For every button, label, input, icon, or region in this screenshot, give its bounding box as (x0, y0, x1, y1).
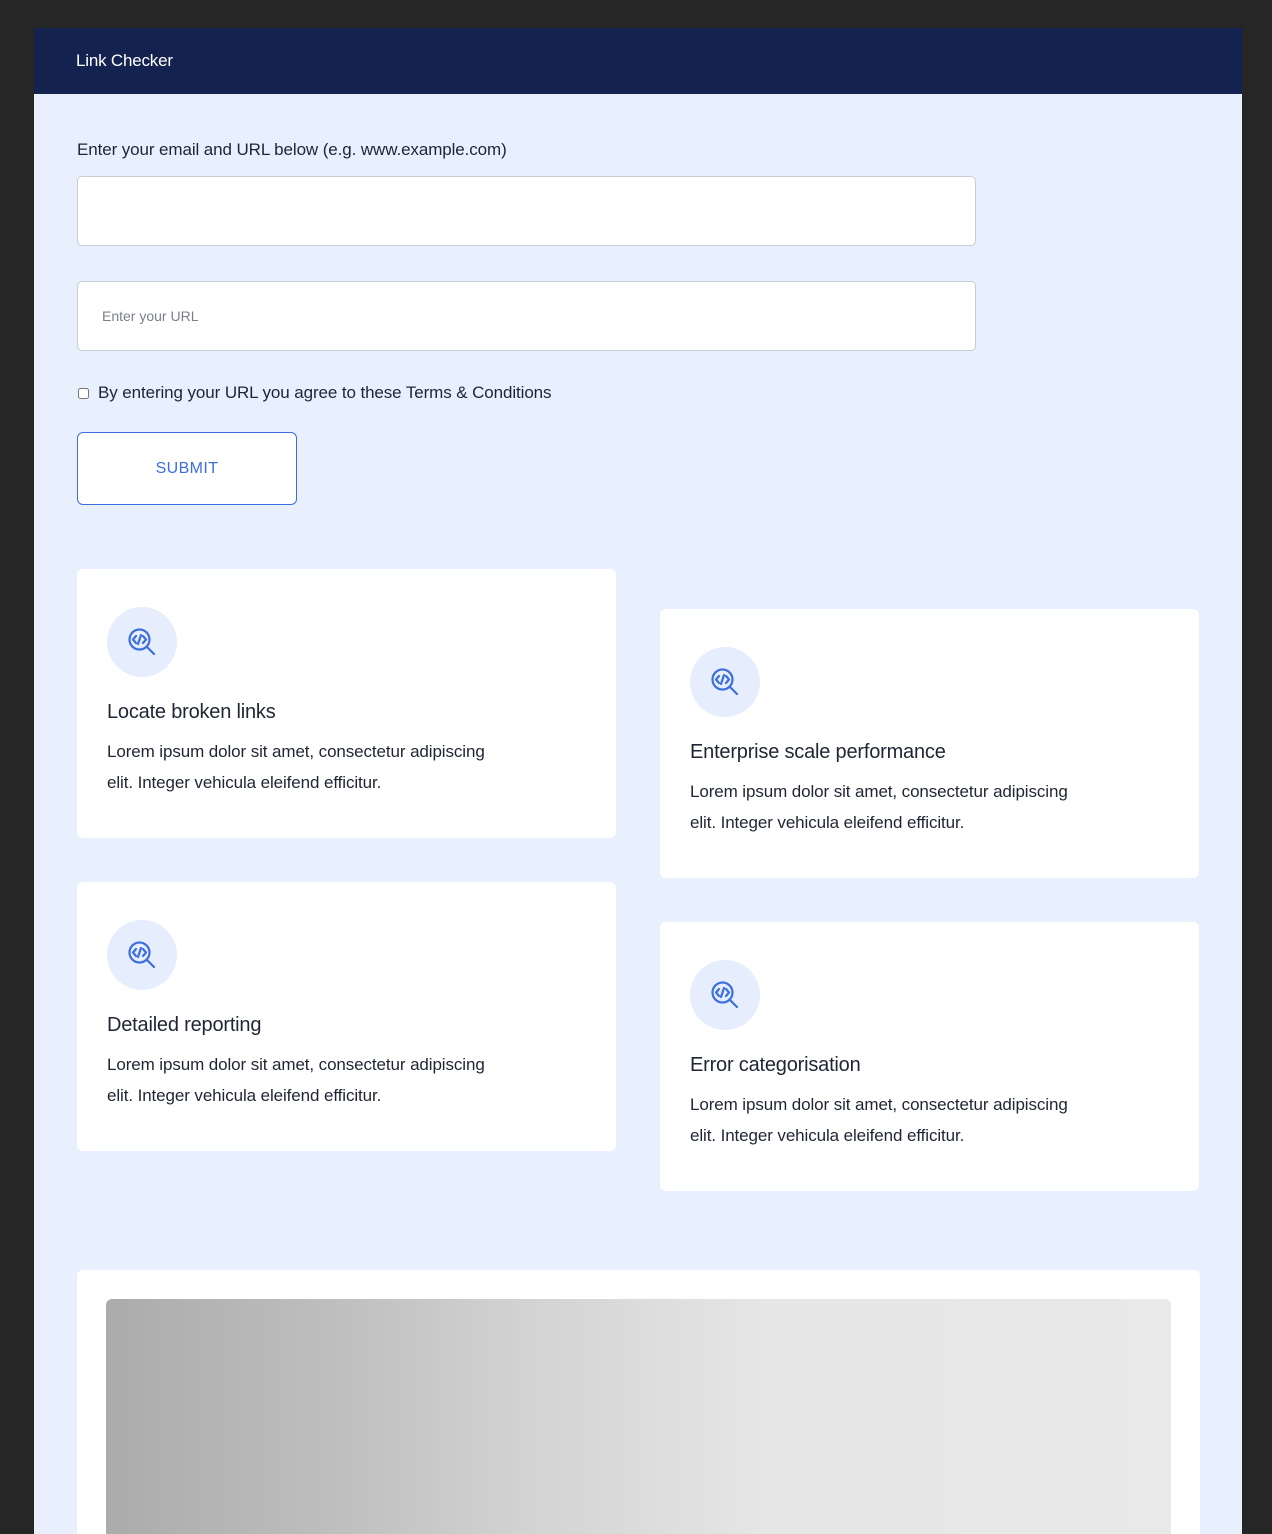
feature-description: Lorem ipsum dolor sit amet, consectetur … (107, 1055, 485, 1105)
feature-card-enterprise-scale: Enterprise scale performance Lorem ipsum… (660, 609, 1199, 878)
feature-card-detailed-reporting: Detailed reporting Lorem ipsum dolor sit… (77, 882, 616, 1151)
code-search-icon (690, 647, 760, 717)
terms-label[interactable]: By entering your URL you agree to these … (98, 383, 552, 403)
feature-card-error-categorisation: Error categorisation Lorem ipsum dolor s… (660, 922, 1199, 1191)
code-search-icon (107, 920, 177, 990)
code-search-icon (690, 960, 760, 1030)
terms-checkbox[interactable] (78, 387, 89, 399)
url-field[interactable] (77, 281, 976, 351)
form-instruction: Enter your email and URL below (e.g. www… (77, 140, 507, 159)
feature-description: Lorem ipsum dolor sit amet, consectetur … (690, 782, 1068, 832)
feature-description: Lorem ipsum dolor sit amet, consectetur … (107, 742, 485, 792)
feature-title: Locate broken links (107, 701, 276, 723)
brand-title[interactable]: Link Checker (76, 51, 173, 71)
app-window: Link Checker Enter your email and URL be… (34, 28, 1242, 1534)
email-field[interactable] (77, 176, 976, 246)
feature-title: Detailed reporting (107, 1014, 262, 1036)
terms-row: By entering your URL you agree to these … (77, 383, 977, 403)
media-card (77, 1270, 1200, 1534)
feature-description: Lorem ipsum dolor sit amet, consectetur … (690, 1095, 1068, 1145)
feature-card-locate-broken-links: Locate broken links Lorem ipsum dolor si… (77, 569, 616, 838)
link-check-form: Enter your email and URL below (e.g. www… (77, 140, 977, 505)
feature-title: Enterprise scale performance (690, 741, 946, 763)
submit-button[interactable]: SUBMIT (77, 432, 297, 505)
media-placeholder-image (106, 1299, 1171, 1534)
top-navbar: Link Checker (34, 28, 1242, 94)
code-search-icon (107, 607, 177, 677)
feature-title: Error categorisation (690, 1054, 861, 1076)
